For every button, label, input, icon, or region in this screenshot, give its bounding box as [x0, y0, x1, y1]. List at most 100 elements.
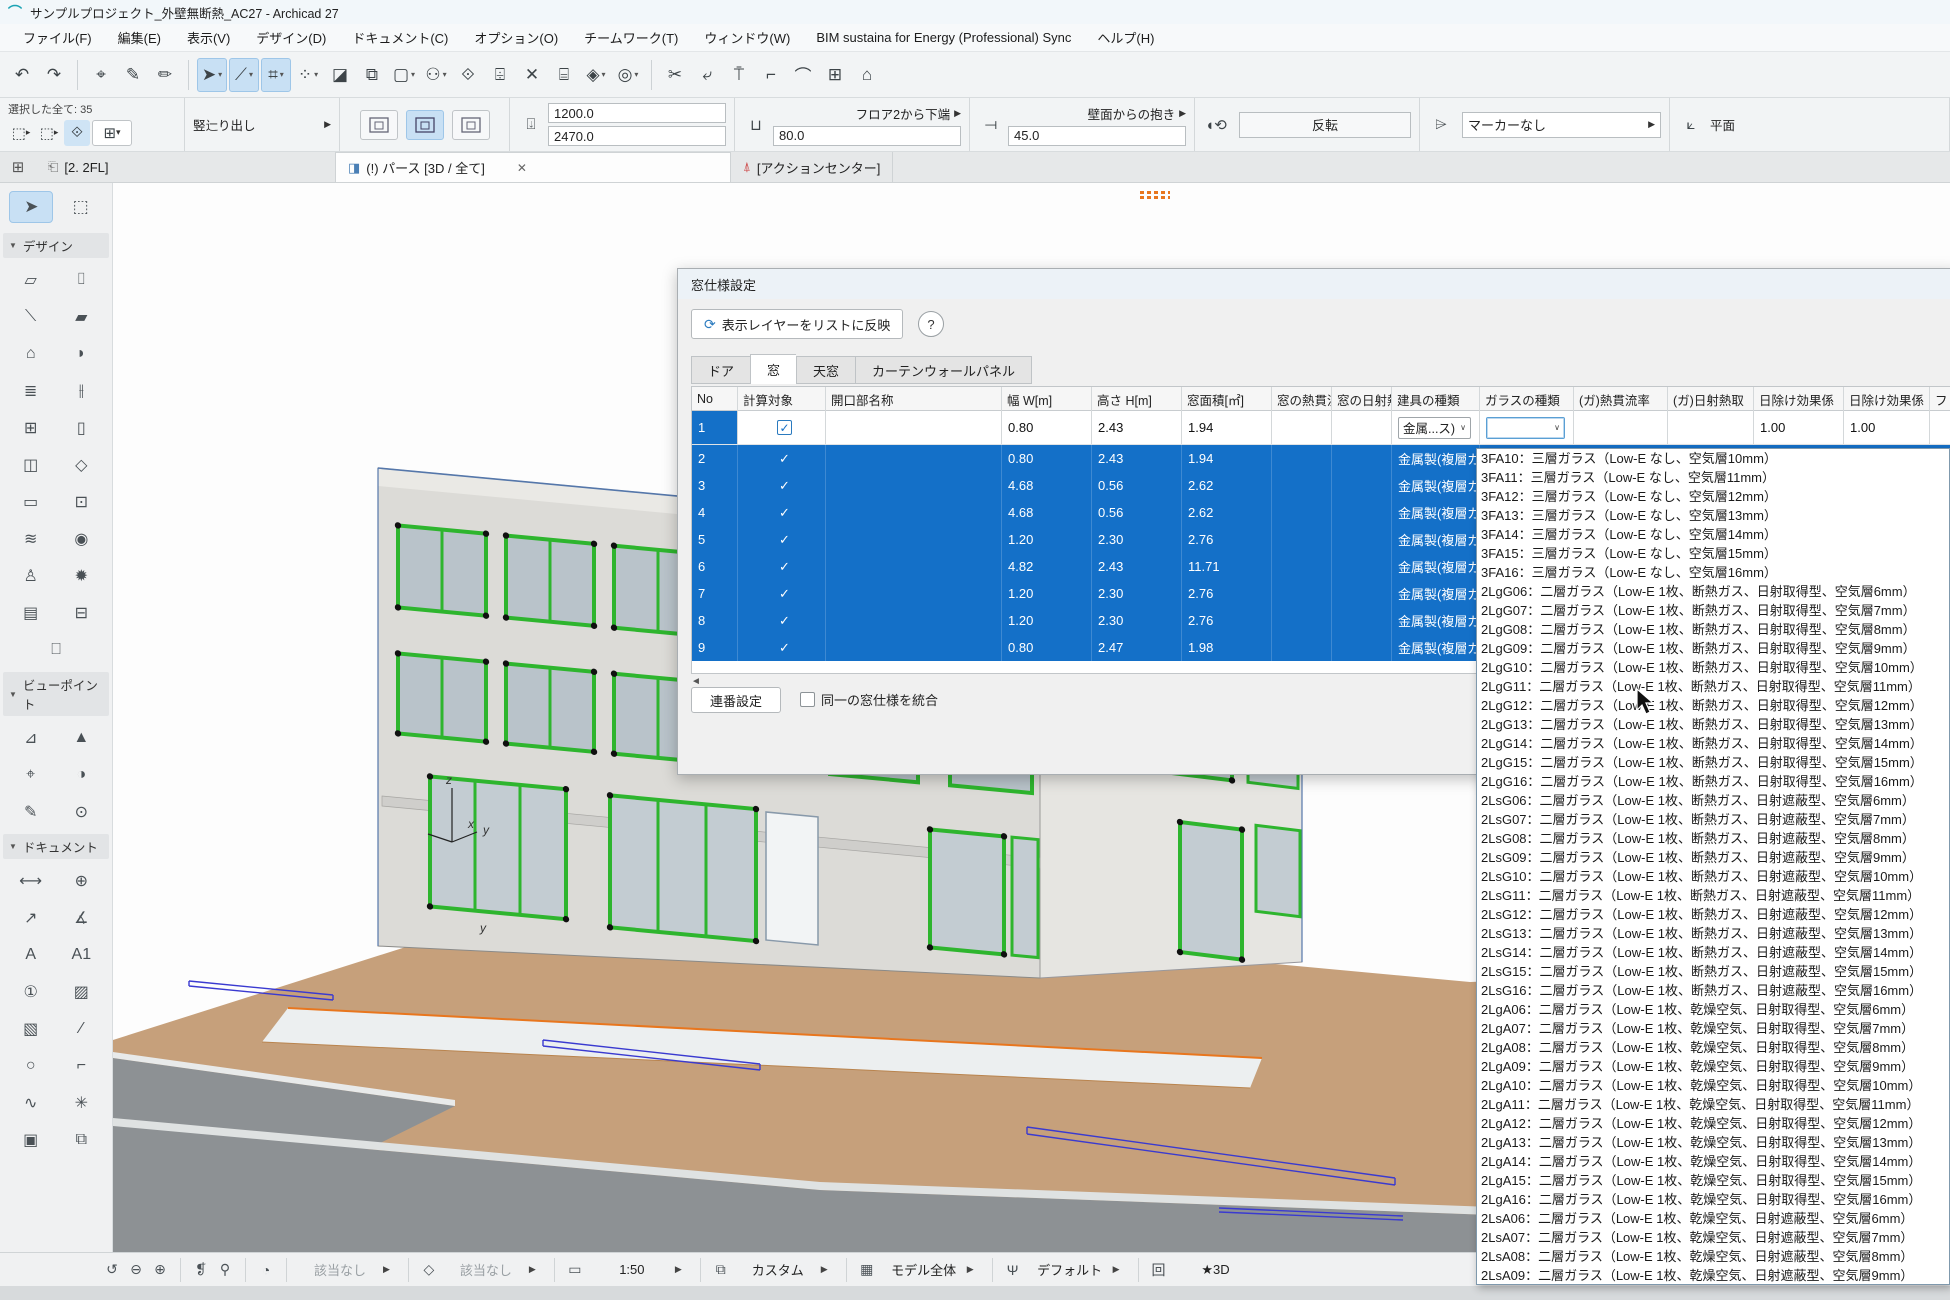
glass-option-14[interactable]: 2LgG13：二層ガラス（Low-E 1枚、断熱ガス、日射取得型、空気層13mm… [1477, 715, 1949, 734]
profile-box-icon[interactable]: ▢▾ [389, 58, 419, 92]
column-tool[interactable]: ⌷ [59, 266, 103, 294]
glass-option-21[interactable]: 2LsG09：二層ガラス（Low-E 1枚、断熱ガス、日射遮蔽型、空気層9mm） [1477, 848, 1949, 867]
hatch-tool[interactable]: ▧ [9, 1015, 53, 1043]
renovation-dropdown[interactable]: 該当なし▶ [441, 1260, 546, 1279]
column-header-2[interactable]: 開口部名称 [826, 387, 1002, 411]
pen-set-dropdown[interactable]: モデル全体▶ [879, 1260, 984, 1279]
menu-item-7[interactable]: ウィンドウ(W) [691, 24, 803, 51]
survey-point-icon[interactable]: ⟐ [453, 58, 483, 92]
pet-palette-icon[interactable]: ⬚▸ [8, 120, 34, 146]
beam-tool[interactable]: ⟍ [9, 303, 53, 331]
door-tool[interactable]: ▯ [59, 414, 103, 442]
glass-option-28[interactable]: 2LsG16：二層ガラス（Low-E 1枚、断熱ガス、日射遮蔽型、空気層16mm… [1477, 981, 1949, 1000]
menu-item-6[interactable]: チームワーク(T) [571, 24, 691, 51]
glass-option-38[interactable]: 2LgA15：二層ガラス（Low-E 1枚、乾燥空気、日射取得型、空気層15mm… [1477, 1171, 1949, 1190]
glass-option-17[interactable]: 2LgG16：二層ガラス（Low-E 1枚、断熱ガス、日射取得型、空気層16mm… [1477, 772, 1949, 791]
marker-dropdown[interactable]: マーカーなし ▶ [1462, 112, 1661, 138]
tab-action-center[interactable]: ⍋ [アクションセンター] [731, 152, 893, 182]
menu-item-2[interactable]: 表示(V) [174, 24, 243, 51]
pan-icon[interactable]: ❡ [189, 1258, 213, 1282]
inject-parameters-icon[interactable]: ✏ [150, 58, 180, 92]
window-tool[interactable]: ◫ [9, 451, 53, 479]
column-header-0[interactable]: No [692, 387, 738, 411]
glass-option-29[interactable]: 2LgA06：二層ガラス（Low-E 1枚、乾燥空気、日射取得型、空気層6mm） [1477, 1000, 1949, 1019]
skylight-tool[interactable]: ◇ [59, 451, 103, 479]
column-header-1[interactable]: 計算対象 [738, 387, 826, 411]
hotspot-tool[interactable]: ✳ [59, 1089, 103, 1117]
glass-option-6[interactable]: 3FA16：三層ガラス（Low-E なし、空気層16mm） [1477, 563, 1949, 582]
elevation-dimension-tool[interactable]: ↗ [9, 904, 53, 932]
drawing-tool[interactable]: ⧉ [59, 1126, 103, 1154]
sidebar-section-1[interactable]: ▼ビューポイント [3, 672, 109, 716]
orientation-icon[interactable]: ◎▾ [613, 58, 643, 92]
glass-option-5[interactable]: 3FA15：三層ガラス（Low-E なし、空気層15mm） [1477, 544, 1949, 563]
dimension-12-icon[interactable]: ⌹ [485, 58, 515, 92]
table-row-1[interactable]: 1✓0.802.431.94金属...ス)∨∨1.001.00 [692, 411, 1950, 445]
anchor-menu-icon[interactable]: ▶ [954, 108, 961, 119]
frame-type-combo[interactable]: 金属...ス)∨ [1398, 417, 1471, 439]
arrow-tool-icon[interactable]: ➤▾ [197, 58, 227, 92]
tab-overview-icon[interactable]: ⊞ [0, 152, 36, 182]
marker-style-dropdown[interactable]: デフォルト▶ [1025, 1260, 1130, 1279]
menu-item-5[interactable]: オプション(O) [461, 24, 571, 51]
glass-option-30[interactable]: 2LgA07：二層ガラス（Low-E 1枚、乾燥空気、日射取得型、空気層7mm） [1477, 1019, 1949, 1038]
glass-option-3[interactable]: 3FA13：三層ガラス（Low-E なし、空気層13mm） [1477, 506, 1949, 525]
glass-option-37[interactable]: 2LgA14：二層ガラス（Low-E 1枚、乾燥空気、日射取得型、空気層14mm… [1477, 1152, 1949, 1171]
glass-option-18[interactable]: 2LsG06：二層ガラス（Low-E 1枚、断熱ガス、日射遮蔽型、空気層6mm） [1477, 791, 1949, 810]
dimension-tool[interactable]: ⟷ [9, 867, 53, 895]
marquee-mode-icon[interactable]: ⬚▸ [36, 120, 62, 146]
column-header-7[interactable]: 窓の日射熱取得 [1332, 387, 1392, 411]
glass-option-26[interactable]: 2LsG14：二層ガラス（Low-E 1枚、断熱ガス、日射遮蔽型、空気層14mm… [1477, 943, 1949, 962]
layer-status-dropdown[interactable]: 該当なし▶ [295, 1260, 400, 1279]
stamp-tool[interactable]: ① [9, 978, 53, 1006]
glass-option-22[interactable]: 2LsG10：二層ガラス（Low-E 1枚、断熱ガス、日射遮蔽型、空気層10mm… [1477, 867, 1949, 886]
sliding-door-tool[interactable]: ⎕ [34, 636, 78, 664]
reveal-menu-icon[interactable]: ▶ [1179, 108, 1186, 119]
glass-option-9[interactable]: 2LgG08：二層ガラス（Low-E 1枚、断熱ガス、日射取得型、空気層8mm） [1477, 620, 1949, 639]
trim-corner-icon[interactable]: ⌐ [756, 58, 786, 92]
glass-option-32[interactable]: 2LgA09：二層ガラス（Low-E 1枚、乾燥空気、日射取得型、空気層9mm） [1477, 1057, 1949, 1076]
search-select-icon[interactable]: ⌖ [86, 58, 116, 92]
glass-option-4[interactable]: 3FA14：三層ガラス（Low-E なし、空気層14mm） [1477, 525, 1949, 544]
orbit-icon[interactable]: ◔ [254, 1258, 278, 1282]
undo-icon[interactable]: ↶ [7, 58, 37, 92]
sidebar-section-0[interactable]: ▼デザイン [3, 233, 109, 258]
glass-option-2[interactable]: 3FA12：三層ガラス（Low-E なし、空気層12mm） [1477, 487, 1949, 506]
level-dimension-tool[interactable]: ⊕ [59, 867, 103, 895]
checkbox-checked-icon[interactable]: ✓ [777, 420, 792, 435]
zoom-out-icon[interactable]: ⊖ [124, 1258, 148, 1282]
glass-option-19[interactable]: 2LsG07：二層ガラス（Low-E 1枚、断熱ガス、日射遮蔽型、空気層7mm） [1477, 810, 1949, 829]
split-icon[interactable]: ✂ [660, 58, 690, 92]
interior-elevation-tool[interactable]: ⌖ [9, 761, 53, 789]
refresh-layers-button[interactable]: ⟳ 表示レイヤーをリストに反映 [691, 309, 903, 339]
lamp-tool[interactable]: ✹ [59, 562, 103, 590]
glass-option-12[interactable]: 2LgG11：二層ガラス（Low-E 1枚、断熱ガス、日射取得型、空気層11mm… [1477, 677, 1949, 696]
text-tool[interactable]: A [9, 941, 53, 969]
help-button[interactable]: ? [918, 311, 944, 337]
wall-tool[interactable]: ▱ [9, 266, 53, 294]
glass-option-35[interactable]: 2LgA12：二層ガラス（Low-E 1枚、乾燥空気、日射取得型、空気層12mm… [1477, 1114, 1949, 1133]
equipment-tool[interactable]: ▤ [9, 599, 53, 627]
glass-option-10[interactable]: 2LgG09：二層ガラス（Low-E 1枚、断熱ガス、日射取得型、空気層9mm） [1477, 639, 1949, 658]
opening-tool[interactable]: ▭ [9, 488, 53, 516]
redo-icon[interactable]: ↷ [39, 58, 69, 92]
polyline-tool[interactable]: ⌐ [59, 1052, 103, 1080]
glass-type-combo[interactable]: ∨ [1486, 417, 1565, 439]
plane-widget-icon[interactable]: ◈▾ [581, 58, 611, 92]
glass-option-41[interactable]: 2LsA07：二層ガラス（Low-E 1枚、乾燥空気、日射遮蔽型、空気層7mm） [1477, 1228, 1949, 1247]
glass-option-33[interactable]: 2LgA10：二層ガラス（Low-E 1枚、乾燥空気、日射取得型、空気層10mm… [1477, 1076, 1949, 1095]
detach-icon[interactable]: ✕ [517, 58, 547, 92]
menu-item-3[interactable]: デザイン(D) [243, 24, 339, 51]
adjust-icon[interactable]: ⤶ [692, 58, 722, 92]
glass-option-43[interactable]: 2LsA09：二層ガラス（Low-E 1枚、乾燥空気、日射遮蔽型、空気層9mm） [1477, 1266, 1949, 1285]
home-story-icon[interactable]: ⌂ [852, 58, 882, 92]
glass-option-36[interactable]: 2LgA13：二層ガラス（Low-E 1枚、乾燥空気、日射取得型、空気層13mm… [1477, 1133, 1949, 1152]
glass-option-1[interactable]: 3FA11：三層ガラス（Low-E なし、空気層11mm） [1477, 468, 1949, 487]
scroll-left-icon[interactable]: ◄ [691, 676, 701, 687]
tab-perspective[interactable]: ◨ (!) パース [3D / 全て] ✕ [336, 152, 731, 182]
sidebar-section-2[interactable]: ▼ドキュメント [3, 834, 109, 859]
section-tool[interactable]: ⊿ [9, 724, 53, 752]
glass-option-24[interactable]: 2LsG12：二層ガラス（Low-E 1枚、断熱ガス、日射遮蔽型、空気層12mm… [1477, 905, 1949, 924]
marquee-frame-icon[interactable]: ⌸ [549, 58, 579, 92]
dialog-tab-3[interactable]: カーテンウォールパネル [855, 356, 1032, 384]
